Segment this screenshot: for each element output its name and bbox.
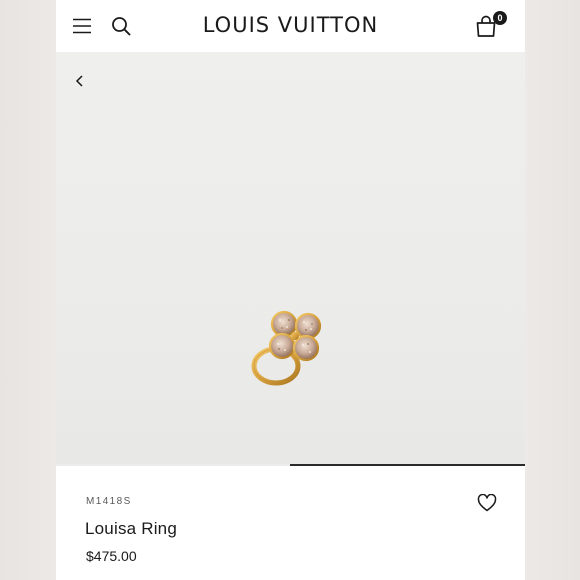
product-name: Louisa Ring (85, 519, 177, 538)
app-screen: LOUIS VUITTON 0 M1418S Louisa Ring $475.… (56, 0, 525, 580)
chevron-left-icon[interactable] (74, 74, 86, 88)
product-price: $475.00 (86, 548, 137, 564)
product-sku: M1418S (86, 496, 132, 507)
heart-icon[interactable] (477, 494, 497, 512)
product-info-panel: M1418S Louisa Ring $475.00 (56, 466, 525, 580)
screenshot-backdrop: LOUIS VUITTON 0 M1418S Louisa Ring $475.… (0, 0, 580, 580)
menu-icon[interactable] (72, 16, 92, 36)
bag-count-badge: 0 (493, 11, 507, 25)
louisa-ring-product-image (251, 310, 322, 386)
search-icon[interactable] (111, 16, 131, 36)
product-image-gallery[interactable] (56, 52, 525, 466)
top-nav-bar: LOUIS VUITTON 0 (56, 0, 525, 52)
